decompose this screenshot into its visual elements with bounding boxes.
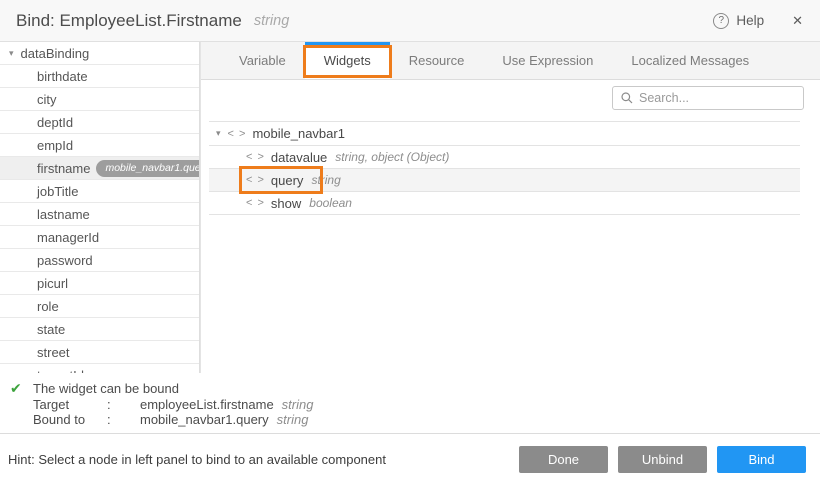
dialog-title-type: string [254, 13, 289, 29]
sidebar-item-label: city [37, 92, 57, 107]
sidebar-item-birthdate[interactable]: birthdate [0, 65, 199, 88]
databinding-sidebar: ▾ dataBinding birthdate city deptId empI… [0, 42, 200, 373]
close-icon[interactable]: ✕ [792, 13, 803, 29]
hint-text: Hint: Select a node in left panel to bin… [8, 452, 509, 467]
tab-widgets[interactable]: Widgets [305, 42, 390, 79]
tree-node-datavalue[interactable]: < > datavalue string, object (Object) [209, 146, 800, 169]
bound-target-badge: mobile_navbar1.query [96, 160, 200, 177]
status-colon: : [107, 412, 140, 428]
bind-button[interactable]: Bind [717, 446, 806, 473]
sidebar-item-deptid[interactable]: deptId [0, 111, 199, 134]
sidebar-item-lastname[interactable]: lastname [0, 203, 199, 226]
widgets-tab-content: ▾ < > mobile_navbar1 < > datavalue strin… [201, 80, 820, 373]
tab-variable[interactable]: Variable [220, 42, 305, 79]
tree-node-label: show [271, 196, 301, 211]
sidebar-item-label: street [37, 345, 70, 360]
bind-source-panel: Variable Widgets Resource Use Expression… [200, 42, 820, 373]
code-brackets-icon: < > [246, 151, 265, 163]
tab-bar: Variable Widgets Resource Use Expression… [201, 42, 820, 80]
sidebar-item-label: managerId [37, 230, 99, 245]
status-value-type: string [277, 412, 309, 427]
collapse-triangle-icon[interactable]: ▾ [9, 48, 14, 59]
sidebar-item-label: firstname [37, 161, 90, 176]
status-value: mobile_navbar1.query string [140, 412, 313, 428]
tab-use-expression[interactable]: Use Expression [483, 42, 612, 79]
dialog-header: Bind: EmployeeList.Firstname string ? He… [0, 0, 820, 42]
tree-node-query[interactable]: < > query string [209, 169, 800, 192]
status-colon: : [107, 397, 140, 413]
sidebar-item-street[interactable]: street [0, 341, 199, 364]
tree-node-label: query [271, 173, 304, 188]
active-tab-indicator [305, 42, 390, 45]
status-value-text: mobile_navbar1.query [140, 412, 269, 427]
sidebar-item-role[interactable]: role [0, 295, 199, 318]
dialog-body: ▾ dataBinding birthdate city deptId empI… [0, 42, 820, 373]
status-value: employeeList.firstname string [140, 397, 313, 413]
done-button[interactable]: Done [519, 446, 608, 473]
sidebar-item-picurl[interactable]: picurl [0, 272, 199, 295]
tree-node-mobile-navbar1[interactable]: ▾ < > mobile_navbar1 [209, 122, 800, 146]
help-button[interactable]: ? Help [713, 13, 764, 29]
sidebar-item-jobtitle[interactable]: jobTitle [0, 180, 199, 203]
status-value-text: employeeList.firstname [140, 397, 274, 412]
tree-node-type: boolean [309, 196, 352, 210]
tree-node-label: datavalue [271, 150, 327, 165]
code-brackets-icon: < > [246, 174, 265, 186]
sidebar-item-city[interactable]: city [0, 88, 199, 111]
tree-node-type: string, object (Object) [335, 150, 449, 164]
dialog-footer: Hint: Select a node in left panel to bin… [0, 433, 820, 490]
tab-label: Localized Messages [631, 53, 749, 68]
tab-label: Variable [239, 53, 286, 68]
tab-label: Resource [409, 53, 465, 68]
sidebar-item-label: deptId [37, 115, 73, 130]
search-input[interactable] [639, 91, 795, 105]
header-actions: ? Help ✕ [713, 13, 803, 29]
sidebar-item-label: password [37, 253, 93, 268]
widget-tree: ▾ < > mobile_navbar1 < > datavalue strin… [209, 121, 800, 215]
sidebar-item-clipped[interactable]: tenantId [0, 364, 199, 373]
code-brackets-icon: < > [246, 197, 265, 209]
sidebar-item-label: birthdate [37, 69, 88, 84]
status-value-type: string [282, 397, 314, 412]
sidebar-item-label: role [37, 299, 59, 314]
unbind-button[interactable]: Unbind [618, 446, 707, 473]
success-check-icon: ✔ [10, 381, 33, 433]
sidebar-item-label: empId [37, 138, 73, 153]
bind-dialog: Bind: EmployeeList.Firstname string ? He… [0, 0, 820, 490]
status-target-row: Target : employeeList.firstname string [33, 397, 313, 413]
help-icon: ? [713, 13, 729, 29]
tab-label: Use Expression [502, 53, 593, 68]
status-message: The widget can be bound [33, 381, 313, 397]
status-lines: The widget can be bound Target : employe… [33, 381, 313, 433]
collapse-triangle-icon[interactable]: ▾ [216, 128, 221, 139]
tab-resource[interactable]: Resource [390, 42, 484, 79]
help-label: Help [736, 13, 764, 28]
sidebar-item-databinding[interactable]: ▾ dataBinding [0, 42, 199, 65]
sidebar-item-firstname[interactable]: firstname mobile_navbar1.query [0, 157, 199, 180]
sidebar-item-state[interactable]: state [0, 318, 199, 341]
search-icon [621, 92, 633, 104]
status-boundto-row: Bound to : mobile_navbar1.query string [33, 412, 313, 428]
search-box [612, 86, 804, 110]
tab-label: Widgets [324, 53, 371, 68]
sidebar-root-label: dataBinding [21, 46, 90, 61]
tab-localized-messages[interactable]: Localized Messages [612, 42, 768, 79]
tree-node-type: string [311, 173, 340, 187]
status-label: Target [33, 397, 107, 413]
tree-node-label: mobile_navbar1 [252, 126, 345, 141]
sidebar-item-label: lastname [37, 207, 90, 222]
sidebar-item-label: jobTitle [37, 184, 78, 199]
tree-node-show[interactable]: < > show boolean [209, 192, 800, 215]
bind-status: ✔ The widget can be bound Target : emplo… [0, 373, 820, 433]
sidebar-item-password[interactable]: password [0, 249, 199, 272]
code-brackets-icon: < > [228, 128, 247, 140]
sidebar-item-label: state [37, 322, 65, 337]
sidebar-item-empid[interactable]: empId [0, 134, 199, 157]
status-label: Bound to [33, 412, 107, 428]
dialog-title: Bind: EmployeeList.Firstname [16, 11, 242, 31]
sidebar-item-label: picurl [37, 276, 68, 291]
sidebar-item-managerid[interactable]: managerId [0, 226, 199, 249]
